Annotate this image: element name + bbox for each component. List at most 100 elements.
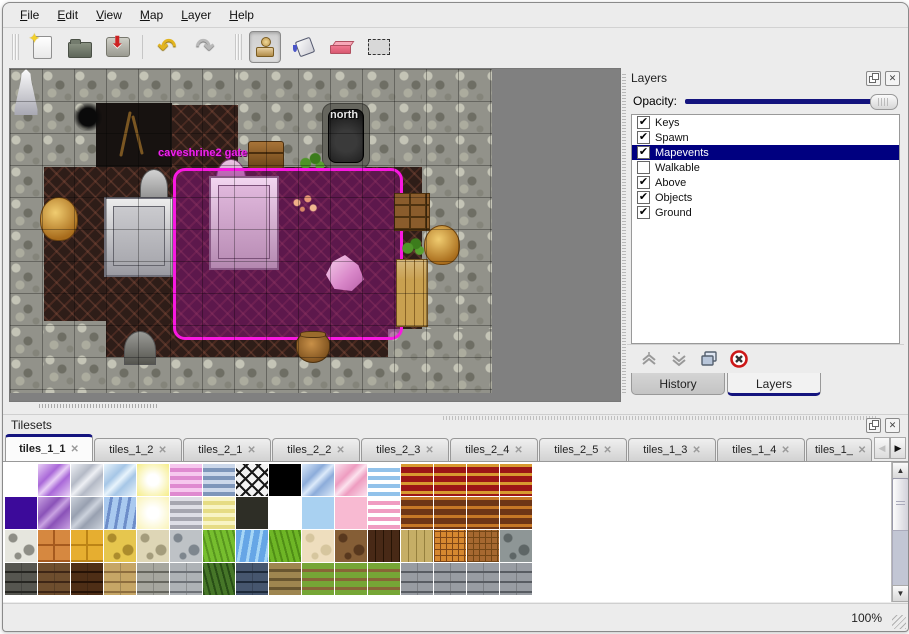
close-panel-button[interactable]: ✕ <box>885 71 900 86</box>
tile-wall-tan-brick[interactable] <box>104 563 136 595</box>
tile-crystal-pink[interactable] <box>335 464 367 496</box>
close-tab-icon[interactable]: ✕ <box>692 445 700 456</box>
palette-scrollbar[interactable]: ▲ ▼ <box>891 462 908 602</box>
layer-row-walkable[interactable]: Walkable <box>632 160 899 175</box>
tile-stripes-yellow[interactable] <box>203 497 235 529</box>
close-tab-icon[interactable]: ✕ <box>603 445 611 456</box>
tile-stripes-blue[interactable] <box>203 464 235 496</box>
tile-wall-brown[interactable] <box>38 563 70 595</box>
tile-crystal-purple[interactable] <box>38 464 70 496</box>
scrollbar-track[interactable] <box>892 530 908 586</box>
layer-row-objects[interactable]: ✔Objects <box>632 190 899 205</box>
layer-row-mapevents[interactable]: ✔Mapevents <box>632 145 899 160</box>
tileset-tab-tiles_2_1[interactable]: tiles_2_1✕ <box>183 438 271 461</box>
layer-visibility-checkbox[interactable]: ✔ <box>637 146 650 159</box>
tile-ribbon-pink[interactable] <box>368 497 400 529</box>
selection-rectangle[interactable] <box>173 168 403 340</box>
scroll-tabs-left-button[interactable]: ◀ <box>874 437 890 459</box>
scrollbar-thumb[interactable] <box>892 478 908 532</box>
canvas-splitter-handle[interactable] <box>39 404 157 408</box>
tileset-tab-tiles_1[interactable]: tiles_1_✕ <box>806 438 872 461</box>
duplicate-layer-button[interactable] <box>699 349 719 369</box>
dock-tab-history[interactable]: History <box>631 373 725 395</box>
tile-wall-gray-brick[interactable] <box>170 563 202 595</box>
tile-wall-gray-brick-2[interactable] <box>500 563 532 595</box>
close-tab-icon[interactable]: ✕ <box>336 445 344 456</box>
tile-ribbon-blue[interactable] <box>368 464 400 496</box>
tile-carpet-red[interactable] <box>467 464 499 496</box>
tileset-tab-tiles_1_1[interactable]: tiles_1_1✕ <box>5 434 93 461</box>
tile-glow-pale-yellow[interactable] <box>137 497 169 529</box>
tile-wall-dark-stone[interactable] <box>5 563 37 595</box>
tileset-tab-tiles_1_3[interactable]: tiles_1_3✕ <box>628 438 716 461</box>
layer-visibility-checkbox[interactable]: ✔ <box>637 131 650 144</box>
layer-row-spawn[interactable]: ✔Spawn <box>632 130 899 145</box>
dock-drag-handle[interactable] <box>622 74 626 394</box>
tile-crystal-blue-2[interactable] <box>302 464 334 496</box>
tile-white[interactable] <box>269 497 301 529</box>
tile-carpet-red[interactable] <box>434 464 466 496</box>
tile-stripes-pink[interactable] <box>170 464 202 496</box>
close-tab-icon[interactable]: ✕ <box>247 445 255 456</box>
opacity-slider-handle[interactable] <box>870 94 898 110</box>
layer-row-above[interactable]: ✔Above <box>632 175 899 190</box>
open-file-button[interactable] <box>64 31 96 63</box>
tile-pebbles-beige[interactable] <box>137 530 169 562</box>
tile-carpet-brown[interactable] <box>467 497 499 529</box>
stamp-tool-button[interactable] <box>249 31 281 63</box>
tile-plain-blue[interactable] <box>302 497 334 529</box>
tile-tiles-orange[interactable] <box>38 530 70 562</box>
close-tab-icon[interactable]: ✕ <box>71 444 79 455</box>
tileset-tab-tiles_1_2[interactable]: tiles_1_2✕ <box>94 438 182 461</box>
eraser-tool-button[interactable] <box>325 31 357 63</box>
menu-map[interactable]: Map <box>131 5 172 25</box>
close-tab-icon[interactable]: ✕ <box>781 445 789 456</box>
tileset-tab-tiles_2_3[interactable]: tiles_2_3✕ <box>361 438 449 461</box>
menu-layer[interactable]: Layer <box>172 5 220 25</box>
menu-file[interactable]: File <box>11 5 48 25</box>
close-tab-icon[interactable]: ✕ <box>158 445 166 456</box>
tileset-tab-tiles_2_5[interactable]: tiles_2_5✕ <box>539 438 627 461</box>
layer-visibility-checkbox[interactable] <box>637 161 650 174</box>
tile-crystal-gray[interactable] <box>71 464 103 496</box>
tile-black[interactable] <box>269 464 301 496</box>
tileset-tab-tiles_2_4[interactable]: tiles_2_4✕ <box>450 438 538 461</box>
map-canvas[interactable]: north caveshrine2 gate <box>9 68 621 402</box>
tile-flagstone-yellow[interactable] <box>104 530 136 562</box>
tile-sand-cream[interactable] <box>302 530 334 562</box>
tile-rows-grass[interactable] <box>368 563 400 595</box>
tile-logs-gray[interactable] <box>500 530 532 562</box>
tile-tiles-gold[interactable] <box>71 530 103 562</box>
tile-lattice-net[interactable] <box>236 464 268 496</box>
float-panel-button[interactable] <box>866 418 881 433</box>
tile-glow-yellow[interactable] <box>137 464 169 496</box>
tile-weave-basket[interactable] <box>434 530 466 562</box>
tile-wall-gray-brick-2[interactable] <box>467 563 499 595</box>
tile-dirt-brown[interactable] <box>335 530 367 562</box>
tile-stones-gray[interactable] <box>170 530 202 562</box>
tile-wall-gray-brick-2[interactable] <box>401 563 433 595</box>
toolbar-drag-handle[interactable] <box>235 34 242 60</box>
tile-crystal-blue[interactable] <box>104 464 136 496</box>
dock-tab-layers[interactable]: Layers <box>727 373 821 396</box>
tile-grass-green[interactable] <box>203 530 235 562</box>
tile-planks-wood[interactable] <box>401 530 433 562</box>
layer-row-keys[interactable]: ✔Keys <box>632 115 899 130</box>
scroll-tabs-right-button[interactable]: ▶ <box>890 437 906 459</box>
layer-visibility-checkbox[interactable]: ✔ <box>637 116 650 129</box>
close-panel-button[interactable]: ✕ <box>885 418 900 433</box>
move-layer-up-button[interactable] <box>639 349 659 369</box>
toolbar-drag-handle[interactable] <box>12 34 19 60</box>
undo-button[interactable]: ↶ <box>151 31 183 63</box>
tile-carpet-red[interactable] <box>401 464 433 496</box>
tile-rows-grass[interactable] <box>302 563 334 595</box>
tile-crystal-purple-dark[interactable] <box>38 497 70 529</box>
layer-visibility-checkbox[interactable]: ✔ <box>637 191 650 204</box>
tile-plaque-dark[interactable] <box>236 497 268 529</box>
tileset-tab-tiles_1_4[interactable]: tiles_1_4✕ <box>717 438 805 461</box>
opacity-slider-groove[interactable] <box>685 99 898 104</box>
close-tab-icon[interactable]: ✕ <box>425 445 433 456</box>
tile-rows-farm[interactable] <box>269 563 301 595</box>
tile-grass-green-2[interactable] <box>269 530 301 562</box>
tile-empty-white[interactable] <box>5 464 37 496</box>
